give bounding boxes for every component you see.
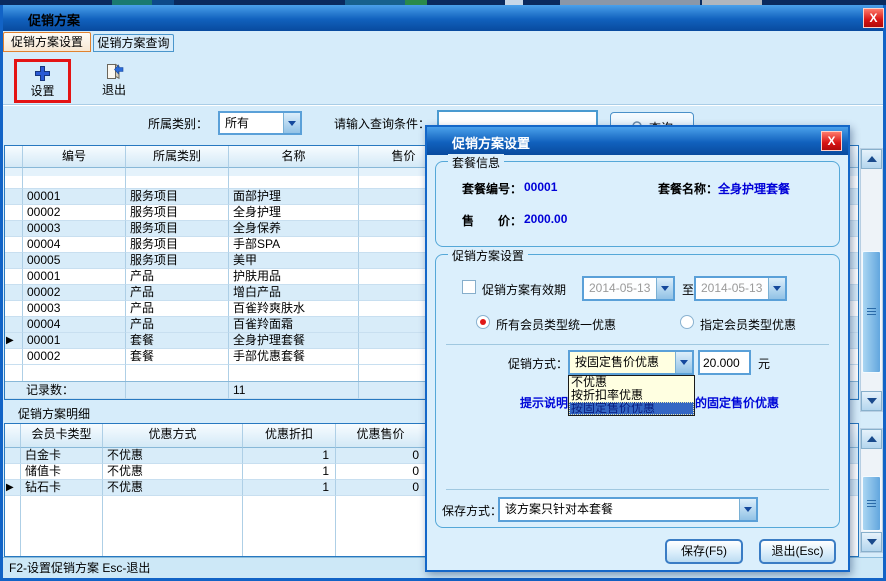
plus-icon — [34, 65, 51, 82]
date-from-select[interactable]: 2014-05-13 — [582, 276, 675, 301]
detail-table-scrollbar[interactable] — [860, 428, 883, 553]
selected-row-marker: ▶ — [5, 333, 23, 349]
promo-method-select[interactable]: 按固定售价优惠 — [568, 350, 694, 375]
amount-input[interactable] — [698, 350, 751, 375]
scroll-down-icon[interactable] — [861, 532, 882, 552]
category-filter-label: 所属类别： — [148, 115, 208, 131]
setup-button-label: 设置 — [30, 82, 54, 99]
toolbar-divider — [3, 105, 883, 106]
scroll-up-icon[interactable] — [861, 149, 882, 169]
hint-prefix: 提示说明 — [520, 394, 568, 411]
separator — [446, 489, 829, 490]
screen: 促销方案 X 促销方案设置 促销方案查询 设置 退出 所属类别： 所有 请输入查… — [0, 0, 886, 581]
save-button[interactable]: 保存(F5) — [665, 539, 743, 564]
column-header[interactable]: 优惠售价 — [336, 424, 426, 448]
dropdown-option-selected[interactable]: 按固定售价优惠 — [569, 402, 694, 415]
package-name-value: 全身护理套餐 — [718, 180, 790, 197]
window-titlebar: 促销方案 — [3, 5, 883, 31]
marker-column-header — [5, 146, 23, 168]
chevron-down-icon[interactable] — [768, 278, 785, 299]
column-header[interactable]: 会员卡类型 — [21, 424, 103, 448]
radio-specified-members-label: 指定会员类型优惠 — [700, 316, 796, 333]
package-no-label: 套餐编号： — [462, 180, 522, 197]
save-mode-select[interactable]: 该方案只针对本套餐 — [498, 497, 758, 522]
package-info-group-label: 套餐信息 — [448, 154, 504, 171]
radio-all-members[interactable] — [476, 315, 490, 329]
main-table-scrollbar[interactable] — [860, 148, 883, 412]
hint-suffix: 的固定售价优惠 — [695, 394, 779, 411]
save-mode-value: 该方案只针对本套餐 — [505, 502, 613, 516]
validity-checkbox[interactable] — [462, 280, 476, 294]
scrollbar-thumb-grip — [867, 308, 876, 316]
scrollbar-thumb[interactable] — [862, 476, 881, 531]
tab-promo-query[interactable]: 促销方案查询 — [93, 34, 174, 52]
promo-method-label: 促销方式： — [508, 355, 568, 372]
package-no-value: 00001 — [524, 180, 557, 194]
scroll-up-icon[interactable] — [861, 429, 882, 449]
dialog-close-button[interactable]: X — [821, 131, 842, 151]
date-to-label: 至 — [682, 281, 694, 298]
chevron-down-icon[interactable] — [675, 352, 692, 373]
search-label: 请输入查询条件： — [334, 115, 430, 131]
promo-method-value: 按固定售价优惠 — [575, 355, 659, 369]
scrollbar-thumb[interactable] — [862, 251, 881, 373]
column-header[interactable]: 编号 — [23, 146, 126, 168]
column-header[interactable]: 所属类别 — [126, 146, 229, 168]
promo-settings-group: 促销方案设置 促销方案有效期 2014-05-13 至 2014-05-13 所… — [435, 254, 840, 528]
separator — [446, 344, 829, 345]
promo-method-dropdown-list: 不优惠 按折扣率优惠 按固定售价优惠 — [568, 375, 695, 416]
promo-settings-dialog: 促销方案设置 X 套餐信息 套餐编号： 00001 套餐名称： 全身护理套餐 售… — [425, 125, 850, 572]
category-filter-select[interactable]: 所有 — [218, 111, 302, 135]
dialog-titlebar: 促销方案设置 — [427, 127, 848, 155]
setup-button[interactable]: 设置 — [14, 59, 71, 103]
record-count-label: 记录数： — [5, 382, 126, 399]
dialog-exit-button[interactable]: 退出(Esc) — [759, 539, 836, 564]
window-title: 促销方案 — [28, 10, 80, 29]
column-header[interactable]: 优惠折扣 — [243, 424, 336, 448]
package-name-label: 套餐名称： — [658, 180, 718, 197]
dropdown-option[interactable]: 按折扣率优惠 — [569, 389, 694, 402]
window-close-button[interactable]: X — [863, 8, 884, 28]
detail-section-title: 促销方案明细 — [18, 405, 90, 422]
radio-specified-members[interactable] — [680, 315, 694, 329]
exit-button-label: 退出 — [102, 81, 126, 98]
date-to-select[interactable]: 2014-05-13 — [694, 276, 787, 301]
record-count-value: 11 — [229, 382, 359, 399]
column-header[interactable]: 优惠方式 — [103, 424, 243, 448]
scrollbar-thumb-grip — [867, 500, 876, 508]
exit-button[interactable]: 退出 — [88, 60, 140, 102]
save-mode-label: 保存方式： — [442, 502, 502, 519]
chevron-down-icon[interactable] — [739, 499, 756, 520]
tab-promo-settings[interactable]: 促销方案设置 — [3, 32, 91, 52]
date-from-value: 2014-05-13 — [589, 281, 650, 295]
package-info-group: 套餐信息 套餐编号： 00001 套餐名称： 全身护理套餐 售 价： 2000.… — [435, 161, 840, 247]
promo-settings-group-label: 促销方案设置 — [448, 247, 528, 264]
unit-label: 元 — [758, 355, 770, 372]
chevron-down-icon[interactable] — [656, 278, 673, 299]
exit-door-icon — [105, 63, 124, 80]
date-to-value: 2014-05-13 — [701, 281, 762, 295]
category-filter-value: 所有 — [225, 116, 249, 130]
dialog-title: 促销方案设置 — [452, 133, 530, 152]
radio-all-members-label: 所有会员类型统一优惠 — [496, 316, 616, 333]
price-value: 2000.00 — [524, 212, 567, 226]
column-header[interactable]: 名称 — [229, 146, 359, 168]
scroll-down-icon[interactable] — [861, 391, 882, 411]
validity-label: 促销方案有效期 — [482, 281, 566, 298]
selected-row-marker: ▶ — [5, 480, 21, 496]
price-label: 售 价： — [462, 212, 522, 229]
dropdown-option[interactable]: 不优惠 — [569, 376, 694, 389]
chevron-down-icon[interactable] — [283, 113, 300, 133]
